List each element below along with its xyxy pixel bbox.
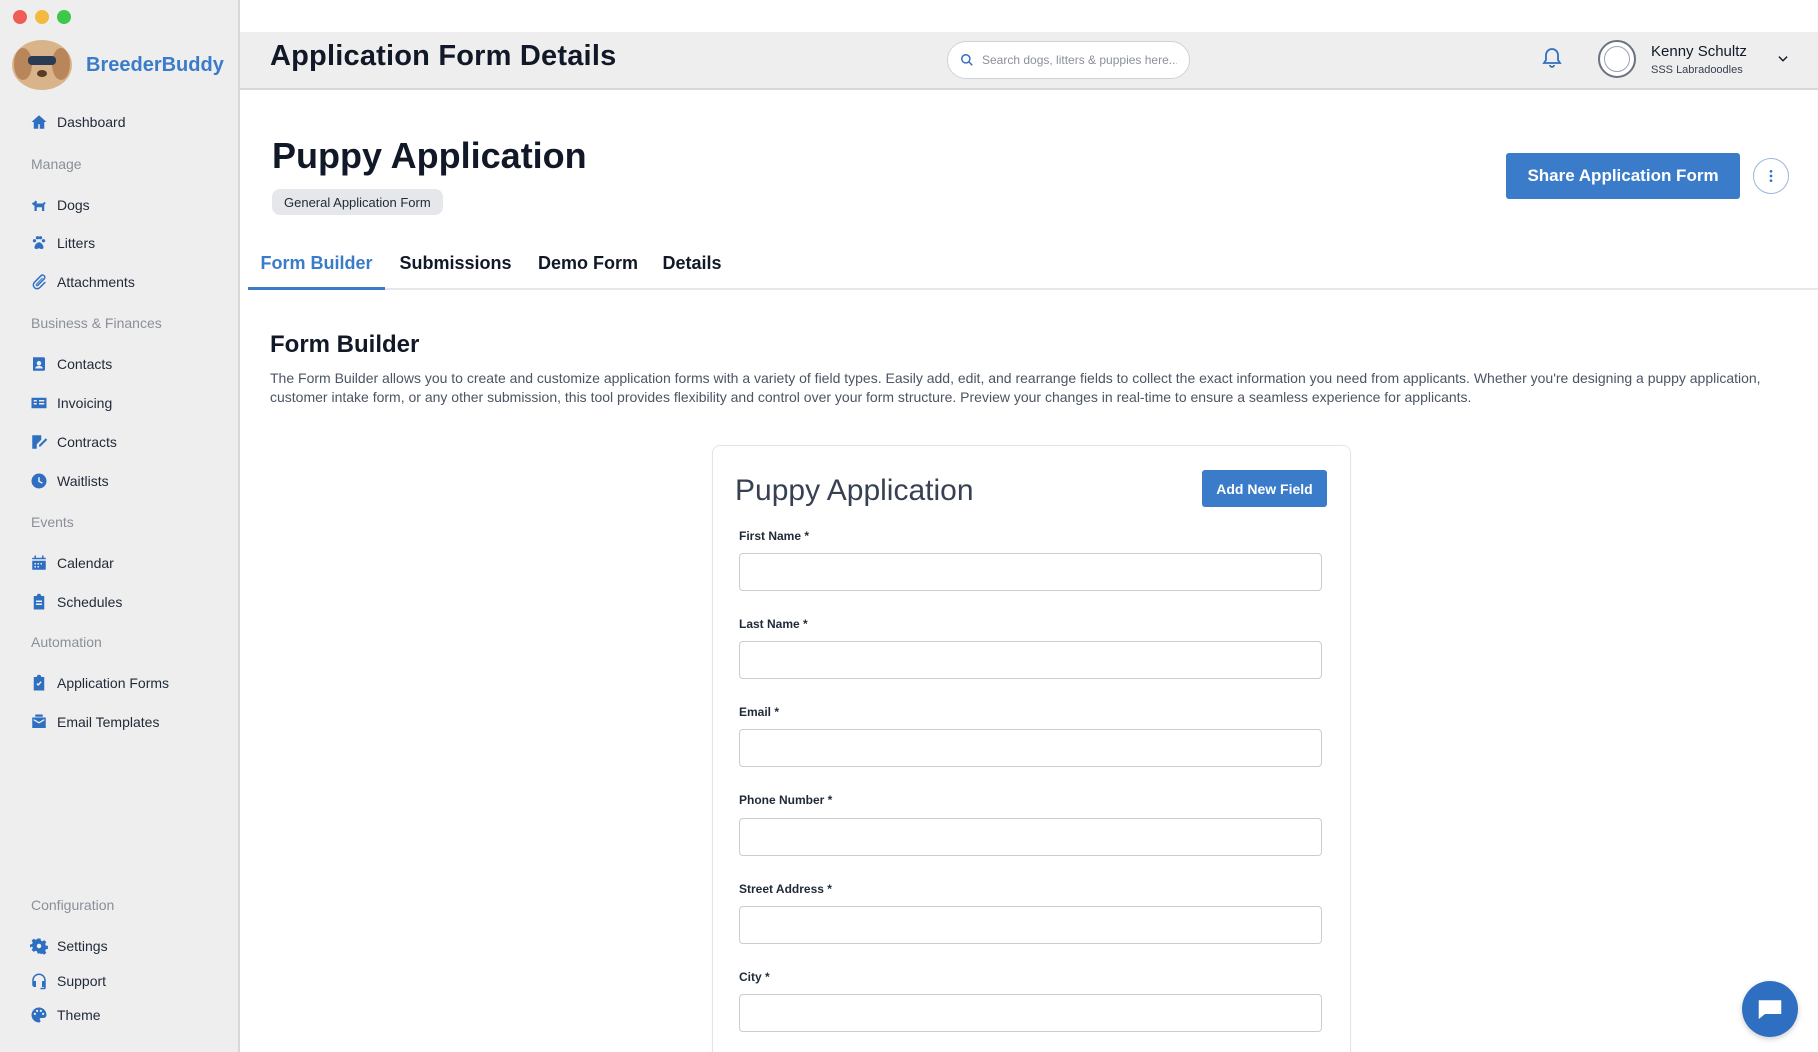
tab-bar: Form Builder Submissions Demo Form Detai… <box>248 250 1818 290</box>
sidebar-item-email-templates[interactable]: Email Templates <box>30 713 159 731</box>
window-controls <box>13 10 71 24</box>
email-template-icon <box>32 714 46 728</box>
chevron-down-icon[interactable] <box>1776 52 1790 66</box>
sidebar-section-configuration: Configuration <box>31 897 115 913</box>
sidebar-item-theme[interactable]: Theme <box>30 1006 101 1024</box>
sidebar-item-label: Calendar <box>57 555 114 571</box>
brand-logo <box>12 40 72 90</box>
brand[interactable]: BreederBuddy <box>12 40 224 90</box>
sidebar-item-waitlists[interactable]: Waitlists <box>30 472 109 490</box>
close-window-button[interactable] <box>13 10 27 24</box>
sidebar-item-label: Waitlists <box>57 473 109 489</box>
sidebar-item-label: Contacts <box>57 356 113 372</box>
paw-icon <box>32 236 46 249</box>
headset-icon <box>32 973 46 990</box>
user-org: SSS Labradoodles <box>1651 64 1743 76</box>
sidebar-item-label: Application Forms <box>57 675 170 691</box>
sidebar-item-label: Settings <box>57 938 108 954</box>
street-address-label: Street Address * <box>739 882 832 896</box>
tab-details[interactable]: Details <box>658 250 726 290</box>
invoice-icon <box>31 397 47 409</box>
paperclip-icon <box>32 274 46 290</box>
email-label: Email * <box>739 705 780 719</box>
sidebar-item-label: Email Templates <box>57 714 160 730</box>
add-new-field-button[interactable]: Add New Field <box>1202 470 1327 507</box>
sidebar-item-contacts[interactable]: Contacts <box>30 355 112 373</box>
brand-name: BreederBuddy <box>86 53 224 76</box>
palette-icon <box>31 1007 47 1023</box>
tab-submissions[interactable]: Submissions <box>399 250 511 290</box>
sidebar-item-label: Schedules <box>57 594 123 610</box>
notifications-button[interactable] <box>1540 46 1564 70</box>
section-description: The Form Builder allows you to create an… <box>270 370 1761 405</box>
tab-form-builder[interactable]: Form Builder <box>248 250 385 290</box>
sidebar-item-application-forms[interactable]: Application Forms <box>30 674 169 692</box>
last-name-label: Last Name * <box>739 617 808 631</box>
home-icon <box>31 115 47 129</box>
phone-number-label: Phone Number * <box>739 793 833 807</box>
clipboard-check-icon <box>33 674 45 691</box>
more-options-button[interactable] <box>1753 158 1789 194</box>
search-bar[interactable] <box>947 41 1190 79</box>
sidebar-section-automation: Automation <box>31 634 102 650</box>
city-label: City * <box>739 970 770 984</box>
sidebar-item-label: Litters <box>57 235 96 251</box>
last-name-field[interactable] <box>739 641 1322 679</box>
contact-card-icon <box>33 357 45 371</box>
more-vertical-icon <box>1769 170 1773 182</box>
sidebar-item-invoicing[interactable]: Invoicing <box>30 394 112 412</box>
sidebar-item-schedules[interactable]: Schedules <box>30 593 122 611</box>
chat-bubble-icon <box>1758 1000 1782 1019</box>
sidebar-item-litters[interactable]: Litters <box>30 234 95 252</box>
zoom-window-button[interactable] <box>57 10 71 24</box>
user-name[interactable]: Kenny Schultz <box>1651 43 1747 60</box>
first-name-field[interactable] <box>739 553 1322 591</box>
form-card-title: Puppy Application <box>735 474 974 507</box>
search-input[interactable] <box>982 53 1177 67</box>
sidebar-item-settings[interactable]: Settings <box>30 937 108 955</box>
share-application-form-button[interactable]: Share Application Form <box>1506 153 1740 199</box>
chat-support-button[interactable] <box>1742 981 1798 1037</box>
sidebar: BreederBuddy Dashboard Manage Dogs Litte… <box>0 0 240 1052</box>
sidebar-section-manage: Manage <box>31 156 82 172</box>
header-title: Application Form Details <box>270 40 617 72</box>
gear-icon <box>30 938 48 955</box>
first-name-label: First Name * <box>739 529 810 543</box>
sidebar-item-label: Contracts <box>57 434 117 450</box>
sidebar-item-support[interactable]: Support <box>30 972 106 990</box>
sidebar-item-label: Theme <box>57 1007 101 1023</box>
contract-icon <box>32 435 48 449</box>
sidebar-section-events: Events <box>31 514 74 530</box>
form-type-badge: General Application Form <box>272 189 443 215</box>
sidebar-item-attachments[interactable]: Attachments <box>30 273 135 291</box>
clipboard-list-icon <box>33 593 45 610</box>
street-address-field[interactable] <box>739 906 1322 944</box>
clock-icon <box>31 473 47 489</box>
section-title: Form Builder <box>270 331 420 358</box>
sidebar-item-calendar[interactable]: Calendar <box>30 554 114 572</box>
avatar[interactable] <box>1598 40 1636 78</box>
sidebar-item-label: Invoicing <box>57 395 113 411</box>
sidebar-item-label: Dashboard <box>57 114 126 130</box>
main-content: Puppy Application General Application Fo… <box>240 90 1818 1052</box>
sidebar-item-contracts[interactable]: Contracts <box>30 433 117 451</box>
search-icon <box>961 54 973 66</box>
minimize-window-button[interactable] <box>35 10 49 24</box>
form-preview-card: Puppy Application Add New Field First Na… <box>712 445 1351 1052</box>
sidebar-item-label: Dogs <box>57 197 90 213</box>
sidebar-section-business: Business & Finances <box>31 315 162 331</box>
page-title: Puppy Application <box>272 135 587 176</box>
calendar-icon <box>32 555 46 570</box>
phone-number-field[interactable] <box>739 818 1322 856</box>
sidebar-item-dashboard[interactable]: Dashboard <box>30 113 126 131</box>
sidebar-item-label: Support <box>57 973 107 989</box>
email-field[interactable] <box>739 729 1322 767</box>
sidebar-item-dogs[interactable]: Dogs <box>30 196 90 214</box>
city-field[interactable] <box>739 994 1322 1032</box>
bell-icon <box>1542 48 1562 68</box>
dog-icon <box>32 200 46 211</box>
sidebar-item-label: Attachments <box>57 274 135 290</box>
tab-demo-form[interactable]: Demo Form <box>536 250 640 290</box>
top-header: Application Form Details Kenny Schultz S… <box>240 32 1818 90</box>
